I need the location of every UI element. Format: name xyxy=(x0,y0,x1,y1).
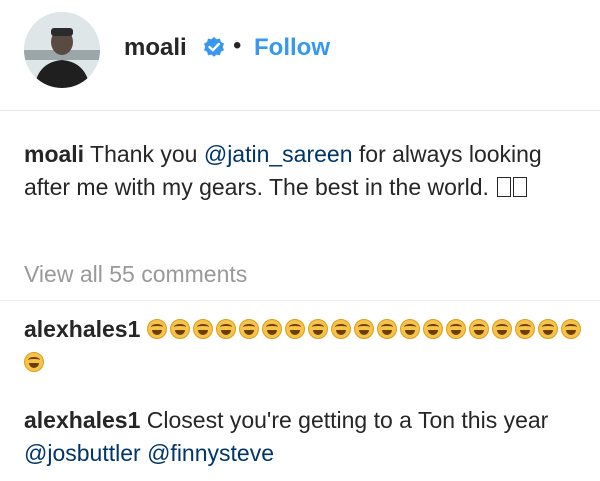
laughing-emoji-icon xyxy=(537,319,558,339)
laughing-emoji-icon xyxy=(215,319,236,339)
comment-author[interactable]: alexhales1 xyxy=(24,407,140,433)
verified-badge-icon xyxy=(202,36,226,60)
laughing-emoji-icon xyxy=(330,319,351,339)
laughing-emoji-icon xyxy=(422,319,443,339)
separator-dot: • xyxy=(233,32,242,59)
post-header: moali • Follow xyxy=(0,0,600,111)
laughing-emoji-icon xyxy=(192,319,213,339)
laughing-emoji-icon xyxy=(24,352,44,372)
avatar[interactable] xyxy=(24,12,100,88)
laughing-emoji-icon xyxy=(284,319,305,339)
laughing-emoji-icon xyxy=(238,319,259,339)
comment-text: Closest you're getting to a Ton this yea… xyxy=(140,407,549,433)
laughing-emoji-icon xyxy=(445,319,466,339)
laughing-emoji-icon xyxy=(491,319,512,339)
comment-mention-josbuttler[interactable]: @josbuttler xyxy=(24,440,141,466)
caption-text-before: Thank you xyxy=(84,141,204,167)
missing-glyph-icon xyxy=(497,177,512,197)
missing-glyph-icon xyxy=(513,177,528,197)
comment-item: alexhales1 xyxy=(24,313,584,379)
avatar-image xyxy=(24,12,100,88)
laughing-emoji-icon xyxy=(376,319,397,339)
comments-divider xyxy=(0,300,600,301)
laughing-emoji-icon xyxy=(399,319,420,339)
laughing-emoji-icon xyxy=(514,319,535,339)
view-all-comments-link[interactable]: View all 55 comments xyxy=(24,261,247,288)
post-username[interactable]: moali xyxy=(124,34,187,62)
laughing-emoji-icon xyxy=(261,319,282,339)
laughing-emoji-icon xyxy=(146,319,167,339)
post-caption: moali Thank you @jatin_sareen for always… xyxy=(24,138,584,204)
comment-item: alexhales1 Closest you're getting to a T… xyxy=(24,404,584,470)
laughing-emoji-icon xyxy=(169,319,190,339)
caption-author[interactable]: moali xyxy=(24,141,84,167)
comment-mention-finnysteve[interactable]: @finnysteve xyxy=(147,440,274,466)
laughing-emoji-icon xyxy=(560,319,581,339)
comment-author[interactable]: alexhales1 xyxy=(24,316,140,342)
follow-button[interactable]: Follow xyxy=(254,34,330,62)
laughing-emoji-icon xyxy=(468,319,489,339)
laughing-emoji-icon xyxy=(353,319,374,339)
caption-mention[interactable]: @jatin_sareen xyxy=(204,141,353,167)
laughing-emoji-icon xyxy=(307,319,328,339)
